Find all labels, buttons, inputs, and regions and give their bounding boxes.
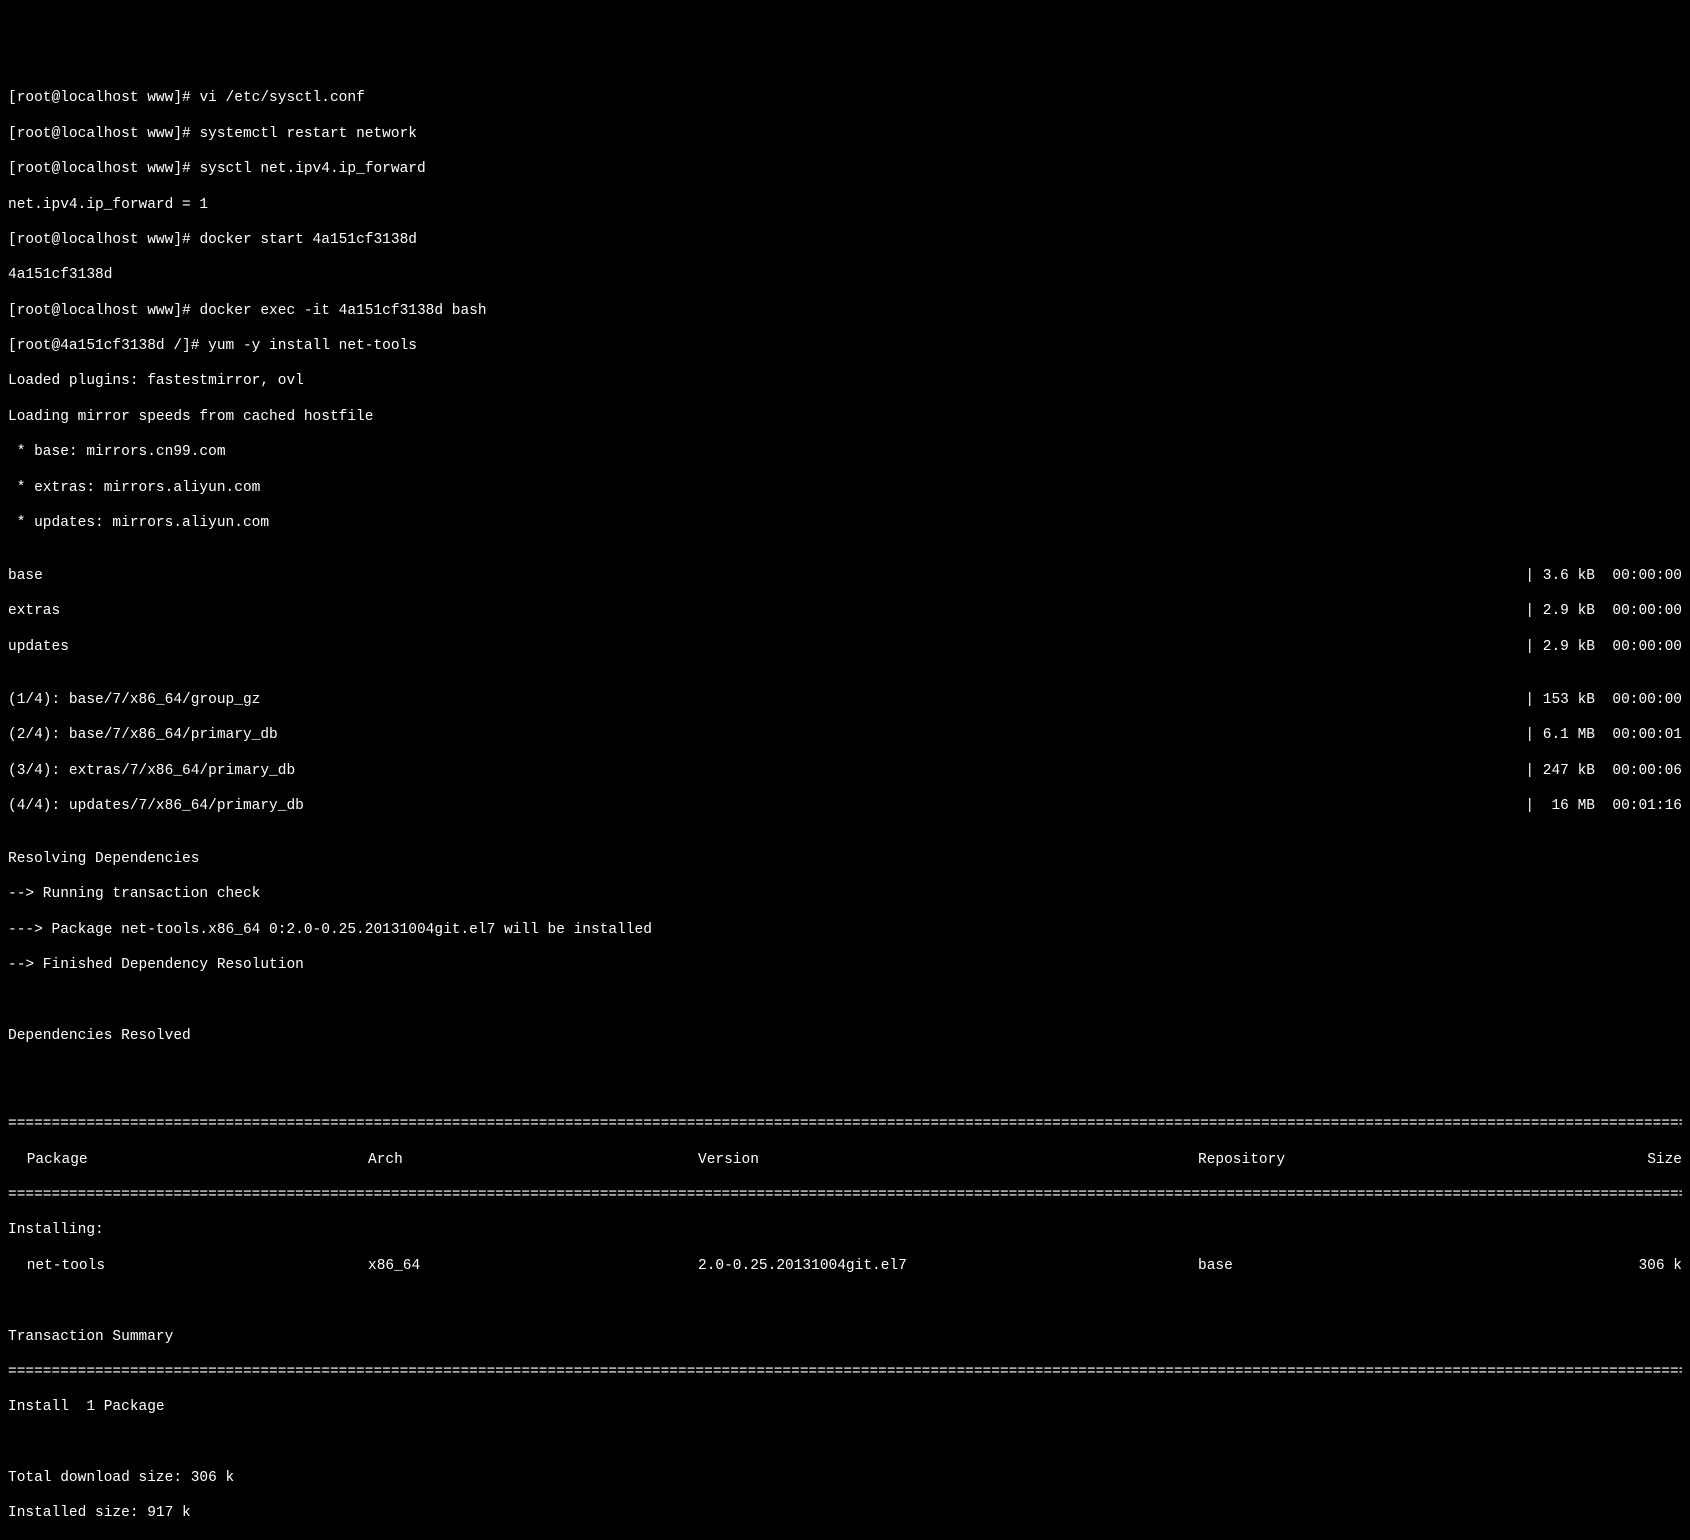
- download-line: (2/4): base/7/x86_64/primary_db | 6.1 MB …: [8, 727, 1682, 745]
- blank-line: [8, 993, 1682, 1011]
- output-line: * base: mirrors.cn99.com: [8, 444, 1682, 462]
- output-line: Dependencies Resolved: [8, 1028, 1682, 1046]
- col-arch: Arch: [368, 1152, 698, 1170]
- output-line: Loaded plugins: fastestmirror, ovl: [8, 373, 1682, 391]
- command: docker exec -it 4a151cf3138d bash: [199, 303, 486, 321]
- repo-name: updates: [8, 639, 69, 657]
- cmd-line: [root@localhost www]# systemctl restart …: [8, 126, 1682, 144]
- repo-line: extras | 2.9 kB 00:00:00: [8, 603, 1682, 621]
- cell-arch: x86_64: [368, 1258, 698, 1276]
- output-line: Transaction Summary: [8, 1329, 1682, 1347]
- col-package: Package: [8, 1152, 368, 1170]
- cell-repository: base: [1198, 1258, 1602, 1276]
- installing-label: Installing:: [8, 1222, 1682, 1240]
- output-line: ---> Package net-tools.x86_64 0:2.0-0.25…: [8, 922, 1682, 940]
- blank-line: [8, 1063, 1682, 1081]
- output-line: --> Running transaction check: [8, 886, 1682, 904]
- dl-name: (4/4): updates/7/x86_64/primary_db: [8, 798, 304, 816]
- cell-version: 2.0-0.25.20131004git.el7: [698, 1258, 1198, 1276]
- repo-line: base | 3.6 kB 00:00:00: [8, 568, 1682, 586]
- command: systemctl restart network: [199, 126, 417, 144]
- repo-size: | 3.6 kB 00:00:00: [1525, 568, 1682, 586]
- table-header: Package Arch Version Repository Size: [8, 1152, 1682, 1170]
- terminal-output[interactable]: [root@localhost www]# vi /etc/sysctl.con…: [8, 73, 1682, 1540]
- prompt: [root@localhost www]#: [8, 232, 199, 250]
- command: yum -y install net-tools: [208, 338, 417, 356]
- output-line: * extras: mirrors.aliyun.com: [8, 480, 1682, 498]
- dl-name: (1/4): base/7/x86_64/group_gz: [8, 692, 260, 710]
- dl-size: | 247 kB 00:00:06: [1525, 763, 1682, 781]
- repo-line: updates | 2.9 kB 00:00:00: [8, 639, 1682, 657]
- dl-name: (2/4): base/7/x86_64/primary_db: [8, 727, 278, 745]
- repo-name: base: [8, 568, 43, 586]
- dl-name: (3/4): extras/7/x86_64/primary_db: [8, 763, 295, 781]
- cmd-line: [root@localhost www]# docker start 4a151…: [8, 232, 1682, 250]
- repo-size: | 2.9 kB 00:00:00: [1525, 603, 1682, 621]
- dl-size: | 16 MB 00:01:16: [1525, 798, 1682, 816]
- col-size: Size: [1602, 1152, 1682, 1170]
- prompt: [root@localhost www]#: [8, 90, 199, 108]
- separator-rule: ========================================…: [8, 1364, 1682, 1382]
- output-line: Resolving Dependencies: [8, 851, 1682, 869]
- prompt: [root@4a151cf3138d /]#: [8, 338, 208, 356]
- download-line: (1/4): base/7/x86_64/group_gz | 153 kB 00…: [8, 692, 1682, 710]
- output-line: 4a151cf3138d: [8, 267, 1682, 285]
- cmd-line: [root@localhost www]# sysctl net.ipv4.ip…: [8, 161, 1682, 179]
- output-line: Total download size: 306 k: [8, 1470, 1682, 1488]
- download-line: (4/4): updates/7/x86_64/primary_db | 16 M…: [8, 798, 1682, 816]
- cell-package: net-tools: [8, 1258, 368, 1276]
- col-version: Version: [698, 1152, 1198, 1170]
- col-repository: Repository: [1198, 1152, 1602, 1170]
- output-line: * updates: mirrors.aliyun.com: [8, 515, 1682, 533]
- repo-name: extras: [8, 603, 60, 621]
- output-line: Install 1 Package: [8, 1399, 1682, 1417]
- cell-size: 306 k: [1602, 1258, 1682, 1276]
- cmd-line: [root@localhost www]# docker exec -it 4a…: [8, 303, 1682, 321]
- separator-rule: ========================================…: [8, 1187, 1682, 1205]
- download-line: (3/4): extras/7/x86_64/primary_db | 247 k…: [8, 763, 1682, 781]
- output-line: Loading mirror speeds from cached hostfi…: [8, 409, 1682, 427]
- blank-line: [8, 1293, 1682, 1311]
- dl-size: | 6.1 MB 00:00:01: [1525, 727, 1682, 745]
- output-line: --> Finished Dependency Resolution: [8, 957, 1682, 975]
- output-line: Installed size: 917 k: [8, 1505, 1682, 1523]
- prompt: [root@localhost www]#: [8, 303, 199, 321]
- dl-size: | 153 kB 00:00:00: [1525, 692, 1682, 710]
- separator-rule: ========================================…: [8, 1116, 1682, 1134]
- blank-line: [8, 1435, 1682, 1453]
- table-row: net-tools x86_64 2.0-0.25.20131004git.el…: [8, 1258, 1682, 1276]
- prompt: [root@localhost www]#: [8, 161, 199, 179]
- prompt: [root@localhost www]#: [8, 126, 199, 144]
- command: docker start 4a151cf3138d: [199, 232, 417, 250]
- command: vi /etc/sysctl.conf: [199, 90, 364, 108]
- command: sysctl net.ipv4.ip_forward: [199, 161, 425, 179]
- repo-size: | 2.9 kB 00:00:00: [1525, 639, 1682, 657]
- cmd-line: [root@localhost www]# vi /etc/sysctl.con…: [8, 90, 1682, 108]
- cmd-line: [root@4a151cf3138d /]# yum -y install ne…: [8, 338, 1682, 356]
- output-line: net.ipv4.ip_forward = 1: [8, 197, 1682, 215]
